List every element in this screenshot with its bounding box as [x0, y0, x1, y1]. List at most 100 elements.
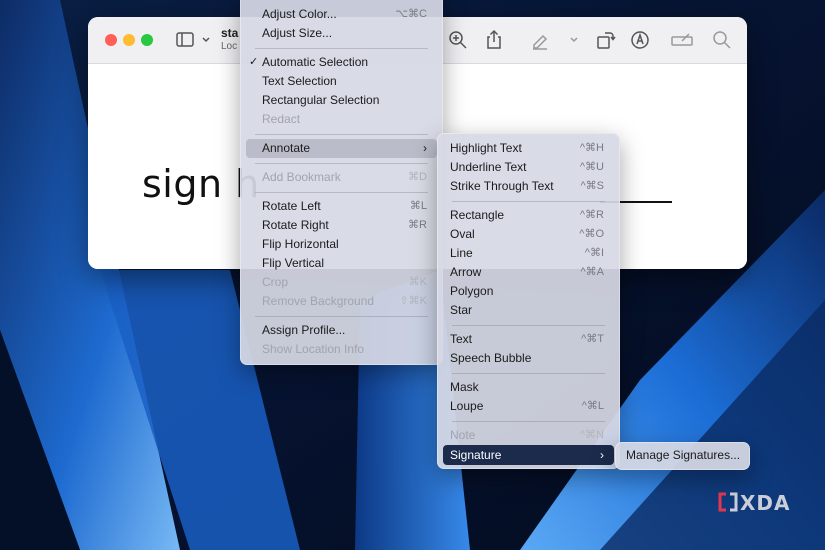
- menu-item-manage-signatures[interactable]: Manage Signatures...: [619, 446, 746, 465]
- menu-separator: [255, 163, 428, 164]
- menu-separator: [452, 421, 605, 422]
- menu-item-rectangle[interactable]: Rectangle ^⌘R: [443, 206, 614, 225]
- menu-item-label: Star: [450, 303, 473, 317]
- menu-separator: [255, 48, 428, 49]
- menu-item-line[interactable]: Line ^⌘I: [443, 244, 614, 263]
- menu-separator: [452, 201, 605, 202]
- menu-item-label: Assign Profile...: [262, 323, 346, 337]
- menu-item-rotate-left[interactable]: Rotate Left ⌘L: [246, 197, 437, 216]
- menu-item-label: Crop: [262, 275, 289, 289]
- menu-item-label: Flip Horizontal: [262, 237, 339, 251]
- checkmark-icon: ✓: [249, 56, 259, 68]
- menu-item-label: Strike Through Text: [450, 179, 554, 193]
- menu-item-label: Manage Signatures...: [626, 448, 741, 462]
- menu-item-crop: Crop ⌘K: [246, 273, 437, 292]
- close-window-button[interactable]: [105, 34, 117, 46]
- menu-item-label: Flip Vertical: [262, 256, 325, 270]
- menu-item-label: Arrow: [450, 265, 482, 279]
- menu-item-mask[interactable]: Mask: [443, 378, 614, 397]
- menu-separator: [255, 192, 428, 193]
- zoom-window-button[interactable]: [141, 34, 153, 46]
- highlight-pen-icon[interactable]: [528, 28, 552, 52]
- menu-item-star[interactable]: Star: [443, 301, 614, 320]
- menu-item-label: Rotate Right: [262, 218, 329, 232]
- menu-item-shortcut: ⌘R: [408, 219, 427, 231]
- menu-item-show-location-info: Show Location Info: [246, 340, 437, 359]
- menu-item-shortcut: ⌘D: [408, 171, 427, 183]
- menu-item-shortcut: ⌥⌘C: [395, 8, 427, 20]
- menu-item-label: Adjust Color...: [262, 7, 337, 21]
- document-title: sta: [221, 26, 239, 40]
- highlight-options-chevron-icon[interactable]: [562, 28, 578, 52]
- menu-item-label: Polygon: [450, 284, 494, 298]
- menu-item-assign-profile[interactable]: Assign Profile...: [246, 321, 437, 340]
- menu-item-shortcut: ^⌘U: [579, 161, 604, 173]
- menu-item-automatic-selection[interactable]: ✓ Automatic Selection: [246, 53, 437, 72]
- menu-item-add-bookmark: Add Bookmark ⌘D: [246, 168, 437, 187]
- menu-item-signature[interactable]: Signature ›: [443, 445, 614, 465]
- signature-submenu: Manage Signatures...: [615, 442, 750, 470]
- search-icon[interactable]: [710, 28, 734, 52]
- menu-separator: [255, 134, 428, 135]
- menu-item-flip-horizontal[interactable]: Flip Horizontal: [246, 235, 437, 254]
- menu-item-shortcut: ^⌘S: [580, 180, 605, 192]
- xda-wordmark: XDA: [740, 491, 791, 515]
- menu-item-shortcut: ^⌘N: [579, 429, 604, 441]
- menu-separator: [452, 373, 605, 374]
- menu-item-text-selection[interactable]: Text Selection: [246, 72, 437, 91]
- menu-item-label: Loupe: [450, 399, 484, 413]
- menu-item-label: Rectangular Selection: [262, 93, 380, 107]
- menu-item-arrow[interactable]: Arrow ^⌘A: [443, 263, 614, 282]
- menu-item-label: Signature: [450, 448, 502, 462]
- menu-item-speech-bubble[interactable]: Speech Bubble: [443, 349, 614, 368]
- menu-item-label: Highlight Text: [450, 141, 522, 155]
- menu-item-label: Add Bookmark: [262, 170, 341, 184]
- menu-item-label: Adjust Size...: [262, 26, 333, 40]
- menu-item-label: Annotate: [262, 141, 311, 155]
- minimize-window-button[interactable]: [123, 34, 135, 46]
- share-icon[interactable]: [482, 28, 506, 52]
- menu-item-rectangular-selection[interactable]: Rectangular Selection: [246, 91, 437, 110]
- menu-item-text[interactable]: Text ^⌘T: [443, 330, 614, 349]
- menu-item-redact: Redact: [246, 110, 437, 129]
- menu-item-shortcut: ⇧⌘K: [399, 295, 427, 307]
- menu-item-label: Rectangle: [450, 208, 505, 222]
- form-fill-icon[interactable]: [670, 28, 694, 52]
- menu-separator: [255, 316, 428, 317]
- tools-menu: Adjust Color... ⌥⌘C Adjust Size... ✓ Aut…: [240, 0, 443, 365]
- menu-item-shortcut: ^⌘L: [581, 400, 604, 412]
- menu-item-label: Automatic Selection: [262, 55, 369, 69]
- menu-item-shortcut: ^⌘R: [579, 209, 604, 221]
- menu-item-label: Line: [450, 246, 473, 260]
- menu-item-label: Remove Background: [262, 294, 375, 308]
- menu-item-label: Rotate Left: [262, 199, 321, 213]
- xda-bracket-icon: [718, 492, 738, 512]
- menu-item-label: Oval: [450, 227, 475, 241]
- menu-item-note: Note ^⌘N: [443, 426, 614, 445]
- menu-item-shortcut: ^⌘I: [584, 247, 604, 259]
- menu-item-rotate-right[interactable]: Rotate Right ⌘R: [246, 216, 437, 235]
- menu-item-annotate[interactable]: Annotate ›: [246, 139, 437, 158]
- zoom-in-icon[interactable]: [446, 28, 470, 52]
- menu-item-label: Underline Text: [450, 160, 527, 174]
- menu-item-strike-through-text[interactable]: Strike Through Text ^⌘S: [443, 177, 614, 196]
- menu-item-label: Note: [450, 428, 476, 442]
- menu-item-underline-text[interactable]: Underline Text ^⌘U: [443, 158, 614, 177]
- menu-item-label: Redact: [262, 112, 301, 126]
- menu-item-label: Mask: [450, 380, 479, 394]
- menu-item-flip-vertical[interactable]: Flip Vertical: [246, 254, 437, 273]
- xda-logo: XDA: [718, 491, 790, 515]
- menu-item-shortcut: ⌘L: [409, 200, 427, 212]
- chevron-down-icon[interactable]: [194, 28, 210, 52]
- rotate-icon[interactable]: [593, 28, 617, 52]
- menu-item-label: Text: [450, 332, 473, 346]
- menu-item-adjust-color[interactable]: Adjust Color... ⌥⌘C: [246, 5, 437, 24]
- menu-item-oval[interactable]: Oval ^⌘O: [443, 225, 614, 244]
- menu-item-loupe[interactable]: Loupe ^⌘L: [443, 397, 614, 416]
- markup-icon[interactable]: [628, 28, 652, 52]
- menu-item-highlight-text[interactable]: Highlight Text ^⌘H: [443, 139, 614, 158]
- document-subtitle: Loc: [221, 41, 238, 52]
- menu-item-adjust-size[interactable]: Adjust Size...: [246, 24, 437, 43]
- menu-item-polygon[interactable]: Polygon: [443, 282, 614, 301]
- chevron-right-icon: ›: [423, 141, 427, 155]
